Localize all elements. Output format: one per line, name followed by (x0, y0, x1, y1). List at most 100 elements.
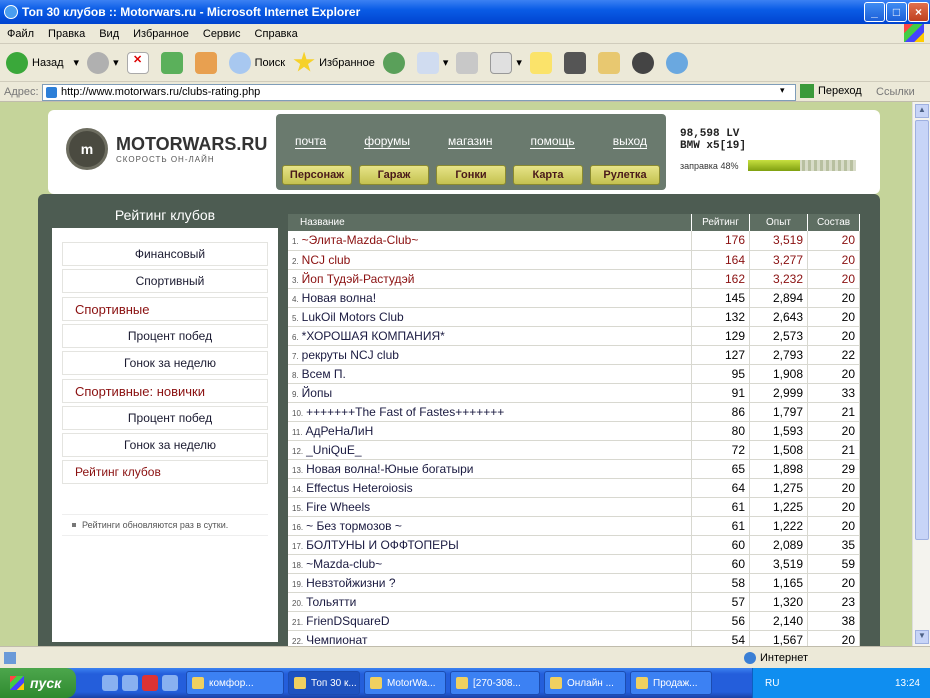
table-row: 9. Йопы 91 2,999 33 (288, 383, 860, 403)
vertical-scrollbar[interactable]: ▲ ▼ (912, 102, 930, 646)
nav-help[interactable]: помощь (530, 134, 575, 149)
sidebar-item-financial[interactable]: Финансовый (62, 242, 268, 266)
club-name-cell[interactable]: 12. _UniQuE_ (288, 440, 692, 460)
search-button[interactable]: Поиск (228, 51, 285, 74)
menu-file[interactable]: Файл (0, 28, 41, 40)
task-button-folder[interactable]: комфор... (186, 671, 284, 695)
club-name-cell[interactable]: 17. БОЛТУНЫ И ОФФТОПЕРЫ (288, 535, 692, 555)
club-name-cell[interactable]: 13. Новая волна!-Юные богатыри (288, 459, 692, 479)
club-name-cell[interactable]: 16. ~ Без тормозов ~ (288, 516, 692, 536)
col-experience[interactable]: Опыт (749, 214, 808, 231)
quicklaunch-ie-icon[interactable] (102, 675, 118, 691)
sidebar-item-newbie-win-percent[interactable]: Процент побед (62, 406, 268, 430)
menu-favorites[interactable]: Избранное (126, 28, 196, 40)
club-name-cell[interactable]: 8. Всем П. (288, 364, 692, 384)
club-name-cell[interactable]: 5. LukOil Motors Club (288, 307, 692, 327)
size-cell: 20 (807, 307, 860, 327)
club-name-cell[interactable]: 4. Новая волна! (288, 288, 692, 308)
research-button[interactable] (597, 51, 624, 74)
quicklaunch-desktop-icon[interactable] (162, 675, 178, 691)
size-cell: 38 (807, 611, 860, 631)
club-name-cell[interactable]: 15. Fire Wheels (288, 497, 692, 517)
club-name-cell[interactable]: 2. NCJ club (288, 250, 692, 270)
menu-help[interactable]: Справка (248, 28, 305, 40)
races-button[interactable]: Гонки (436, 165, 506, 185)
scroll-down-arrow[interactable]: ▼ (915, 630, 929, 644)
club-name-cell[interactable]: 22. Чемпионат (288, 630, 692, 646)
minimize-button[interactable]: _ (864, 2, 885, 22)
home-button[interactable] (194, 51, 221, 74)
club-name: Fire Wheels (306, 499, 371, 514)
k-button[interactable] (563, 51, 590, 74)
quicklaunch-media-icon[interactable] (122, 675, 138, 691)
club-name-cell[interactable]: 18. ~Mazda-club~ (288, 554, 692, 574)
club-name-cell[interactable]: 1. ~Элита-Mazda-Club~ (288, 231, 692, 251)
sidebar-item-sport[interactable]: Спортивный (62, 269, 268, 293)
col-size[interactable]: Состав (807, 214, 860, 231)
messenger-button[interactable] (665, 51, 692, 74)
task-button-ie-active[interactable]: Топ 30 к... (288, 671, 360, 695)
site-logo[interactable]: m MOTORWARS.RU СКОРОСТЬ ОН-ЛАЙН (66, 128, 267, 170)
close-button[interactable]: × (908, 2, 929, 22)
maximize-button[interactable]: □ (886, 2, 907, 22)
club-name-cell[interactable]: 20. Тольятти (288, 592, 692, 612)
club-name-cell[interactable]: 7. рекруты NCJ club (288, 345, 692, 365)
refresh-button[interactable] (160, 51, 187, 74)
back-button[interactable]: Назад ▾ (6, 51, 79, 74)
nav-shop[interactable]: магазин (448, 134, 493, 149)
sidebar-item-newbie-weekly-races[interactable]: Гонок за неделю (62, 433, 268, 457)
sidebar-item-club-rating[interactable]: Рейтинг клубов (62, 460, 268, 484)
links-button[interactable]: Ссылки (876, 86, 915, 98)
task-button-sales[interactable]: Продаж... (630, 671, 712, 695)
character-button[interactable]: Персонаж (282, 165, 352, 185)
club-name-cell[interactable]: 10. +++++++The Fast of Fastes+++++++ (288, 402, 692, 422)
club-name-cell[interactable]: 6. *ХОРОШАЯ КОМПАНИЯ* (288, 326, 692, 346)
task-button-motorwars[interactable]: MotorWa... (364, 671, 446, 695)
note-button[interactable] (529, 51, 556, 74)
experience-cell: 3,519 (749, 554, 808, 574)
print-icon (456, 51, 479, 74)
roulette-button[interactable]: Рулетка (590, 165, 660, 185)
task-button-range[interactable]: [270-308... (450, 671, 540, 695)
title-bar: Топ 30 клубов :: Motorwars.ru - Microsof… (0, 0, 930, 24)
experience-cell: 2,793 (749, 345, 808, 365)
club-name-cell[interactable]: 3. Йоп Тудэй-Растудэй (288, 269, 692, 289)
col-rating[interactable]: Рейтинг (691, 214, 750, 231)
sidebar-item-win-percent[interactable]: Процент побед (62, 324, 268, 348)
table-row: 8. Всем П. 95 1,908 20 (288, 364, 860, 384)
edit-button[interactable]: ▾ (490, 51, 522, 74)
map-button[interactable]: Карта (513, 165, 583, 185)
address-input[interactable]: http://www.motorwars.ru/clubs-rating.php (42, 84, 796, 101)
task-button-online[interactable]: Онлайн ... (544, 671, 626, 695)
history-button[interactable] (382, 51, 409, 74)
forward-button[interactable]: ▾ (87, 51, 119, 74)
club-name-cell[interactable]: 19. Невзтойжизни ? (288, 573, 692, 593)
language-indicator[interactable]: RU (765, 678, 779, 689)
start-button[interactable]: пуск (0, 668, 76, 698)
go-button[interactable]: Переход (800, 84, 862, 98)
print-button[interactable] (456, 51, 482, 74)
scroll-thumb[interactable] (915, 120, 929, 540)
nav-mail[interactable]: почта (295, 134, 327, 149)
club-name-cell[interactable]: 11. АдРеНаЛиН (288, 421, 692, 441)
col-name[interactable]: Название (288, 214, 692, 231)
menu-tools[interactable]: Сервис (196, 28, 248, 40)
address-dropdown-icon[interactable]: ▾ (780, 85, 785, 96)
garage-button[interactable]: Гараж (359, 165, 429, 185)
sidebar-item-weekly-races[interactable]: Гонок за неделю (62, 351, 268, 375)
favorites-button[interactable]: Избранное (293, 51, 375, 74)
flower-button[interactable] (631, 51, 658, 74)
nav-forums[interactable]: форумы (364, 134, 411, 149)
scroll-up-arrow[interactable]: ▲ (915, 104, 929, 118)
table-row: 4. Новая волна! 145 2,894 20 (288, 288, 860, 308)
club-name-cell[interactable]: 14. Effectus Heteroiosis (288, 478, 692, 498)
nav-exit[interactable]: выход (612, 134, 647, 149)
club-name-cell[interactable]: 9. Йопы (288, 383, 692, 403)
menu-edit[interactable]: Правка (41, 28, 92, 40)
stop-button[interactable]: ✕ (126, 51, 153, 74)
menu-view[interactable]: Вид (92, 28, 126, 40)
quicklaunch-opera-icon[interactable] (142, 675, 158, 691)
windows-logo-icon (904, 24, 924, 42)
club-name-cell[interactable]: 21. FrienDSquareD (288, 611, 692, 631)
mail-button[interactable]: ▾ (416, 51, 448, 74)
